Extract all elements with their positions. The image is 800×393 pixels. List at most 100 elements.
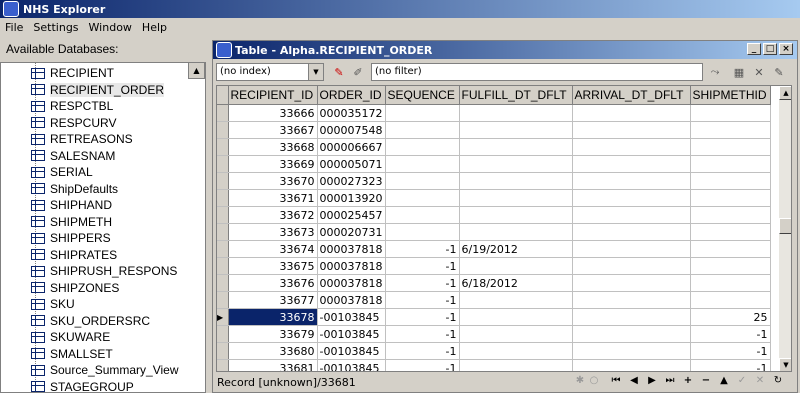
row-indicator[interactable] bbox=[217, 274, 229, 292]
table-cell[interactable]: 33670 bbox=[228, 172, 318, 190]
tree-item[interactable]: SKUWARE bbox=[31, 329, 110, 345]
tree-item[interactable]: SHIPHAND bbox=[31, 197, 112, 213]
refresh-button[interactable]: ↻ bbox=[771, 375, 785, 386]
column-header[interactable]: RECIPIENT_ID bbox=[228, 86, 318, 105]
table-cell[interactable]: -1 bbox=[385, 257, 460, 275]
table-cell[interactable] bbox=[690, 291, 771, 309]
filter-save-icon[interactable]: ▦ bbox=[731, 64, 747, 80]
tree-item[interactable]: RECIPIENT_ORDER bbox=[31, 82, 165, 98]
column-header[interactable]: ORDER_ID bbox=[317, 86, 386, 105]
table-row[interactable]: 33667 000007548 bbox=[217, 121, 771, 139]
table-cell[interactable]: 33668 bbox=[228, 138, 318, 156]
table-cell[interactable]: 33675 bbox=[228, 257, 318, 275]
table-cell[interactable] bbox=[690, 189, 771, 207]
tree-scroll-up-button[interactable]: ▲ bbox=[188, 62, 205, 79]
table-cell[interactable] bbox=[690, 121, 771, 139]
menu-window[interactable]: Window bbox=[84, 21, 137, 34]
table-cell[interactable] bbox=[459, 172, 573, 190]
table-cell[interactable] bbox=[459, 104, 573, 122]
menu-help[interactable]: Help bbox=[137, 21, 172, 34]
table-cell[interactable] bbox=[690, 155, 771, 173]
grid-vertical-scrollbar[interactable]: ▲ ▼ bbox=[779, 86, 791, 371]
table-cell[interactable] bbox=[572, 308, 691, 326]
table-cell[interactable]: -1 bbox=[385, 274, 460, 292]
tree-item[interactable]: Source_Summary_View bbox=[31, 362, 179, 378]
table-row[interactable]: 33674 000037818 -1 6/19/2012 bbox=[217, 240, 771, 258]
menu-settings[interactable]: Settings bbox=[28, 21, 83, 34]
table-cell[interactable] bbox=[690, 257, 771, 275]
table-cell[interactable] bbox=[572, 121, 691, 139]
scroll-thumb[interactable] bbox=[779, 218, 791, 234]
table-cell[interactable] bbox=[572, 359, 691, 371]
tree-item[interactable]: SHIPRUSH_RESPONS bbox=[31, 263, 177, 279]
table-cell[interactable] bbox=[459, 223, 573, 241]
tree-item[interactable]: SHIPZONES bbox=[31, 280, 119, 296]
tree-item[interactable]: SHIPPERS bbox=[31, 230, 111, 246]
table-row[interactable]: 33668 000006667 bbox=[217, 138, 771, 156]
row-indicator[interactable] bbox=[217, 359, 229, 371]
table-cell[interactable] bbox=[385, 138, 460, 156]
table-cell[interactable] bbox=[459, 121, 573, 139]
table-row[interactable]: 33666 000035172 bbox=[217, 104, 771, 122]
table-cell[interactable] bbox=[459, 325, 573, 343]
table-cell[interactable]: 000037818 bbox=[317, 291, 386, 309]
table-cell[interactable]: -1 bbox=[385, 342, 460, 360]
table-cell[interactable]: 33672 bbox=[228, 206, 318, 224]
scroll-up-button[interactable]: ▲ bbox=[779, 86, 791, 100]
table-row[interactable]: 33672 000025457 bbox=[217, 206, 771, 224]
table-cell[interactable]: 000027323 bbox=[317, 172, 386, 190]
database-tree[interactable]: RECIPIENT RECIPIENT_ORDER RESPCTBL RESPCURV… bbox=[0, 62, 206, 393]
table-cell[interactable] bbox=[690, 172, 771, 190]
table-cell[interactable]: 000037818 bbox=[317, 240, 386, 258]
table-cell[interactable]: 33680 bbox=[228, 342, 318, 360]
table-cell[interactable] bbox=[459, 359, 573, 371]
index-select[interactable]: (no index) ▼ bbox=[216, 63, 324, 81]
tree-item[interactable]: SERIAL bbox=[31, 164, 93, 180]
table-cell[interactable] bbox=[690, 104, 771, 122]
table-cell[interactable]: 000037818 bbox=[317, 257, 386, 275]
table-cell[interactable]: -1 bbox=[385, 325, 460, 343]
tree-item[interactable]: ShipDefaults bbox=[31, 181, 118, 197]
table-row[interactable]: ▶ 33678 -00103845 -1 25 bbox=[217, 308, 771, 326]
table-cell[interactable] bbox=[572, 325, 691, 343]
table-cell[interactable]: 33676 bbox=[228, 274, 318, 292]
table-cell[interactable] bbox=[572, 291, 691, 309]
table-cell[interactable]: -1 bbox=[385, 308, 460, 326]
table-cell[interactable]: 33667 bbox=[228, 121, 318, 139]
table-cell[interactable]: 6/19/2012 bbox=[459, 240, 573, 258]
table-cell[interactable] bbox=[459, 155, 573, 173]
first-record-button[interactable]: ⏮ bbox=[609, 375, 623, 386]
table-window[interactable]: Table - Alpha.RECIPIENT_ORDER _ □ × (no … bbox=[212, 40, 798, 393]
data-grid[interactable]: RECIPIENT_ID ORDER_ID SEQUENCE FULFILL_DT_D… bbox=[216, 85, 792, 372]
table-cell[interactable] bbox=[572, 342, 691, 360]
table-row[interactable]: 33669 000005071 bbox=[217, 155, 771, 173]
table-row[interactable]: 33679 -00103845 -1 -1 bbox=[217, 325, 771, 343]
next-record-button[interactable]: ▶ bbox=[645, 375, 659, 386]
table-cell[interactable]: 000007548 bbox=[317, 121, 386, 139]
column-header[interactable]: FULFILL_DT_DFLT bbox=[459, 86, 573, 105]
table-cell[interactable] bbox=[385, 104, 460, 122]
table-cell[interactable] bbox=[385, 206, 460, 224]
filter-clear-icon[interactable]: ✕ bbox=[751, 64, 767, 80]
table-cell[interactable] bbox=[572, 172, 691, 190]
table-cell[interactable] bbox=[572, 240, 691, 258]
table-cell[interactable] bbox=[459, 189, 573, 207]
table-cell[interactable]: -1 bbox=[385, 291, 460, 309]
cancel-record-button[interactable]: ✕ bbox=[753, 375, 767, 386]
scroll-down-button[interactable]: ▼ bbox=[779, 358, 791, 371]
row-indicator[interactable] bbox=[217, 138, 229, 156]
table-row[interactable]: 33673 000020731 bbox=[217, 223, 771, 241]
row-indicator[interactable] bbox=[217, 342, 229, 360]
table-cell[interactable] bbox=[572, 223, 691, 241]
table-cell[interactable] bbox=[572, 138, 691, 156]
table-cell[interactable] bbox=[572, 257, 691, 275]
table-cell[interactable]: 6/18/2012 bbox=[459, 274, 573, 292]
delete-record-button[interactable]: − bbox=[699, 375, 713, 386]
table-cell[interactable] bbox=[690, 274, 771, 292]
table-cell[interactable]: 000025457 bbox=[317, 206, 386, 224]
table-cell[interactable]: 000013920 bbox=[317, 189, 386, 207]
tree-item[interactable]: RETREASONS bbox=[31, 131, 133, 147]
table-cell[interactable]: 000037818 bbox=[317, 274, 386, 292]
table-cell[interactable] bbox=[385, 189, 460, 207]
table-row[interactable]: 33681 -00103845 -1 -1 bbox=[217, 359, 771, 371]
